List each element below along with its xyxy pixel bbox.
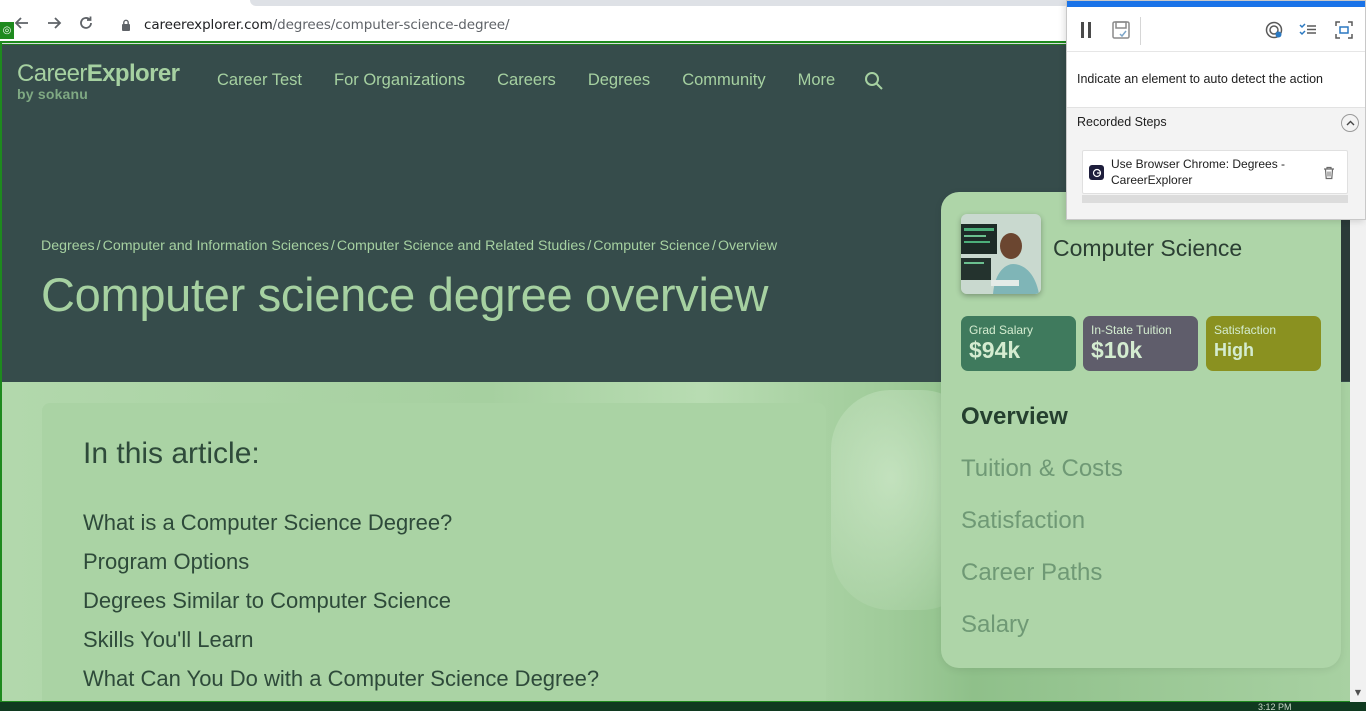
stat-label: Satisfaction <box>1214 323 1277 337</box>
screenshot-icon[interactable] <box>1333 19 1355 41</box>
recorder-panel: Indicate an element to auto detect the a… <box>1066 0 1366 220</box>
breadcrumb: Degrees / Computer and Information Science… <box>41 238 777 254</box>
nav-more[interactable]: More <box>798 70 836 90</box>
search-icon[interactable] <box>864 71 884 91</box>
stat-value: $94k <box>969 337 1021 363</box>
stat-value: High <box>1214 340 1254 360</box>
toc-link-similar-degrees[interactable]: Degrees Similar to Computer Science <box>83 586 599 625</box>
toc-link-careers[interactable]: What Can You Do with a Computer Science … <box>83 664 599 702</box>
nav-career-test[interactable]: Career Test <box>217 70 302 90</box>
toc-link-what-is[interactable]: What is a Computer Science Degree? <box>83 508 599 547</box>
breadcrumb-degrees[interactable]: Degrees <box>41 238 95 254</box>
recorder-toolbar <box>1067 7 1365 52</box>
nav-careers[interactable]: Careers <box>497 70 556 90</box>
breadcrumb-computer-science[interactable]: Computer Science <box>593 238 710 254</box>
browser-step-icon <box>1089 165 1104 180</box>
browser-tabstrip <box>250 0 1070 6</box>
toolbar-divider <box>1140 17 1141 45</box>
forward-icon[interactable] <box>44 13 64 33</box>
toc-list: What is a Computer Science Degree? Progr… <box>83 508 599 702</box>
breadcrumb-separator: / <box>330 238 335 254</box>
section-link-career-paths[interactable]: Career Paths <box>961 556 1123 608</box>
breadcrumb-computer-science-related-studies[interactable]: Computer Science and Related Studies <box>337 238 585 254</box>
reload-icon[interactable] <box>76 13 96 33</box>
logo-byline: by sokanu <box>17 86 89 102</box>
section-link-satisfaction[interactable]: Satisfaction <box>961 504 1123 556</box>
breadcrumb-overview: Overview <box>717 238 778 254</box>
taskbar <box>0 702 1366 711</box>
breadcrumb-separator: / <box>711 238 716 254</box>
save-icon[interactable] <box>1110 19 1132 41</box>
stat-satisfaction: Satisfaction High <box>1206 316 1321 371</box>
breadcrumb-separator: / <box>587 238 592 254</box>
site-logo[interactable]: CareerExplorer by sokanu <box>17 60 180 102</box>
address-bar[interactable]: careerexplorer.com/degrees/computer-scie… <box>108 12 1068 38</box>
lock-icon <box>118 17 134 33</box>
scroll-down-icon[interactable]: ▼ <box>1352 686 1364 698</box>
url-path: /degrees/computer-science-degree/ <box>272 17 510 33</box>
stat-label: Grad Salary <box>969 323 1034 337</box>
breadcrumb-computer-information-sciences[interactable]: Computer and Information Sciences <box>103 238 329 254</box>
recorded-step[interactable]: Use Browser Chrome: Degrees - CareerExpl… <box>1082 150 1348 194</box>
toc-heading: In this article: <box>83 437 260 470</box>
recorder-target-icon: ◎ <box>0 22 14 39</box>
recorded-steps-list: Use Browser Chrome: Degrees - CareerExpl… <box>1067 137 1365 219</box>
section-link-overview[interactable]: Overview <box>961 400 1123 452</box>
pause-icon[interactable] <box>1075 19 1097 41</box>
nav-degrees[interactable]: Degrees <box>588 70 650 90</box>
url-domain: careerexplorer.com <box>144 17 273 33</box>
stat-value: $10k <box>1091 337 1143 363</box>
degree-thumbnail <box>961 214 1041 294</box>
section-link-salary[interactable]: Salary <box>961 608 1123 660</box>
logo-text-light: Career <box>17 60 87 87</box>
table-of-contents: In this article: What is a Computer Scie… <box>42 403 826 702</box>
breadcrumb-separator: / <box>96 238 101 254</box>
url-text: careerexplorer.com/degrees/computer-scie… <box>144 17 510 33</box>
stat-grad-salary: Grad Salary $94k <box>961 316 1076 371</box>
degree-summary-card: Computer Science Grad Salary $94k In-Sta… <box>941 192 1341 668</box>
recorded-steps-header: Recorded Steps <box>1067 107 1365 137</box>
toc-link-program-options[interactable]: Program Options <box>83 547 599 586</box>
section-nav: Overview Tuition & Costs Satisfaction Ca… <box>961 400 1123 660</box>
nav-community[interactable]: Community <box>682 70 765 90</box>
recorder-hint-text: Indicate an element to auto detect the a… <box>1077 72 1324 86</box>
taskbar-clock: 3:12 PM <box>1258 703 1292 711</box>
steps-scrollbar[interactable] <box>1082 195 1348 203</box>
recorded-step-label: Use Browser Chrome: Degrees - CareerExpl… <box>1111 157 1286 187</box>
chevron-up-icon[interactable] <box>1341 114 1359 132</box>
recorded-steps-title: Recorded Steps <box>1077 115 1167 129</box>
checklist-icon[interactable] <box>1297 19 1319 41</box>
scrollbar-thumb[interactable] <box>1341 211 1350 381</box>
nav-for-organizations[interactable]: For Organizations <box>334 70 465 90</box>
section-link-tuition-costs[interactable]: Tuition & Costs <box>961 452 1123 504</box>
logo-text-bold: Explorer <box>86 60 180 87</box>
toc-link-skills[interactable]: Skills You'll Learn <box>83 625 599 664</box>
page-title: Computer science degree overview <box>41 268 769 321</box>
back-icon[interactable] <box>12 13 32 33</box>
stat-in-state-tuition: In-State Tuition $10k <box>1083 316 1198 371</box>
degree-name: Computer Science <box>1053 235 1243 261</box>
main-nav: Career Test For Organizations Careers De… <box>217 68 884 91</box>
trash-icon[interactable] <box>1323 165 1337 181</box>
target-detect-icon[interactable] <box>1263 19 1285 41</box>
stat-label: In-State Tuition <box>1091 323 1172 337</box>
